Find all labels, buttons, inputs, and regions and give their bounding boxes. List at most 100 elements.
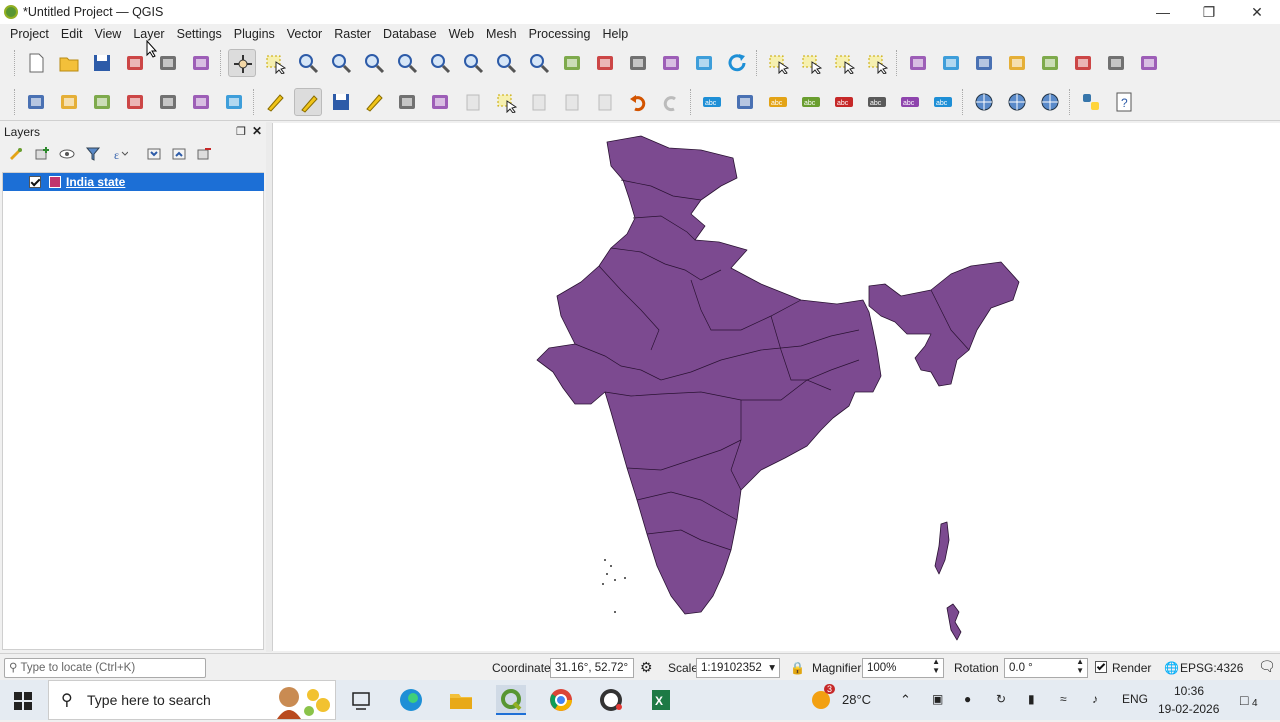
new-geopackage-button[interactable] [55, 88, 83, 116]
select-features-button[interactable] [764, 49, 792, 77]
taskbar-search[interactable]: ⚲ Type here to search [48, 680, 336, 720]
wifi-icon[interactable]: ≈ [1060, 692, 1067, 706]
clock-date[interactable]: 19-02-2026 [1158, 702, 1219, 716]
locator-input[interactable]: ⚲ Type to locate (Ctrl+K) [4, 658, 206, 678]
new-mesh-button[interactable] [187, 88, 215, 116]
save-edits-button[interactable] [327, 88, 355, 116]
measure-button[interactable] [1069, 49, 1097, 77]
restore-button[interactable]: ❐ [1186, 0, 1232, 24]
menu-mesh[interactable]: Mesh [480, 27, 523, 41]
style-manager-button[interactable] [187, 49, 215, 77]
wms-button[interactable] [1003, 88, 1031, 116]
map-tips-button[interactable] [1102, 49, 1130, 77]
zoom-native-button[interactable] [459, 49, 487, 77]
copy-button[interactable] [558, 88, 586, 116]
menu-layer[interactable]: Layer [127, 27, 170, 41]
paste-button[interactable] [591, 88, 619, 116]
identify-button[interactable] [904, 49, 932, 77]
menu-web[interactable]: Web [443, 27, 480, 41]
menu-settings[interactable]: Settings [171, 27, 228, 41]
metasearch-button[interactable] [970, 88, 998, 116]
modify-attributes-button[interactable] [459, 88, 487, 116]
toggle-extents-icon[interactable]: ⚙ [640, 659, 653, 676]
osm-button[interactable] [1036, 88, 1064, 116]
chrome-icon[interactable] [546, 685, 576, 715]
excel-icon[interactable]: X [646, 685, 676, 715]
task-view-icon[interactable] [346, 685, 376, 715]
undo-button[interactable] [624, 88, 652, 116]
file-explorer-icon[interactable] [446, 685, 476, 715]
cut-button[interactable] [525, 88, 553, 116]
windows-start-icon[interactable] [14, 692, 32, 710]
zoom-full-button[interactable] [360, 49, 388, 77]
zoom-last-button[interactable] [492, 49, 520, 77]
zoom-next-button[interactable] [525, 49, 553, 77]
select-by-location-button[interactable] [863, 49, 891, 77]
toolbar-grip[interactable] [253, 89, 256, 115]
menu-view[interactable]: View [88, 27, 127, 41]
toolbar-grip[interactable] [690, 89, 693, 115]
menu-vector[interactable]: Vector [281, 27, 328, 41]
toolbar-grip[interactable] [14, 89, 17, 115]
select-by-value-button[interactable] [797, 49, 825, 77]
layout-manager-button[interactable] [154, 49, 182, 77]
toolbar-grip[interactable] [962, 89, 965, 115]
deselect-button[interactable] [830, 49, 858, 77]
zoom-to-layer-button[interactable] [426, 49, 454, 77]
layer-item-india-state[interactable]: India state [3, 173, 264, 191]
toolbox-button[interactable] [970, 49, 998, 77]
new-3d-view-button[interactable] [591, 49, 619, 77]
new-map-view-button[interactable] [558, 49, 586, 77]
expand-all-icon[interactable] [144, 145, 164, 163]
menu-project[interactable]: Project [4, 27, 55, 41]
rotation-spinbox[interactable]: 0.0 ° ▲ ▼ [1004, 657, 1088, 678]
digitize-button[interactable] [261, 88, 289, 116]
open-project-button[interactable] [55, 49, 83, 77]
render-checkbox[interactable] [1095, 661, 1107, 673]
zoom-out-button[interactable] [327, 49, 355, 77]
save-project-button[interactable] [88, 49, 116, 77]
help-button[interactable]: ? [1110, 88, 1138, 116]
pan-button[interactable] [228, 49, 256, 77]
messages-icon[interactable]: 🗨 [1258, 658, 1276, 675]
field-calculator-button[interactable] [937, 49, 965, 77]
microphone-icon[interactable]: ● [964, 692, 971, 706]
menu-raster[interactable]: Raster [328, 27, 377, 41]
toolbar-grip[interactable] [756, 50, 759, 76]
menu-processing[interactable]: Processing [523, 27, 597, 41]
filter-legend-icon[interactable] [83, 145, 103, 163]
toolbar-grip[interactable] [220, 50, 223, 76]
crs-button[interactable]: EPSG:4326 [1180, 661, 1243, 675]
menu-database[interactable]: Database [377, 27, 443, 41]
minimize-button[interactable]: — [1140, 0, 1186, 24]
diagram-button[interactable] [731, 88, 759, 116]
close-button[interactable]: ✕ [1234, 0, 1280, 24]
vertex-tool-button[interactable] [426, 88, 454, 116]
toolbar-grip[interactable] [14, 50, 17, 76]
python-button[interactable] [1077, 88, 1105, 116]
update-icon[interactable]: ↻ [996, 692, 1006, 706]
notifications-icon[interactable]: □ [1240, 692, 1248, 708]
edge-icon[interactable] [396, 685, 426, 715]
close-panel-icon[interactable]: ✕ [252, 124, 262, 138]
meet-now-icon[interactable]: ▣ [932, 692, 943, 706]
battery-icon[interactable]: ▮ [1028, 692, 1035, 706]
menu-plugins[interactable]: Plugins [228, 27, 281, 41]
coordinate-field[interactable]: 31.16°, 52.72° [550, 658, 634, 678]
move-label-button[interactable]: abc [863, 88, 891, 116]
delete-selected-button[interactable] [492, 88, 520, 116]
scale-combo[interactable]: 1:19102352 ▾ [696, 658, 780, 678]
clock-time[interactable]: 10:36 [1174, 684, 1204, 698]
new-project-button[interactable] [22, 49, 50, 77]
magnifier-spinbox[interactable]: 100% ▲ ▼ [862, 657, 944, 678]
change-label-button[interactable]: abc [929, 88, 957, 116]
volume-icon[interactable]: ♪ [1092, 692, 1098, 706]
filter-expression-icon[interactable]: ε [110, 145, 130, 163]
pin-label-button[interactable]: abc [797, 88, 825, 116]
new-shapefile-button[interactable] [88, 88, 116, 116]
add-polygon-button[interactable] [393, 88, 421, 116]
rotate-label-button[interactable]: abc [896, 88, 924, 116]
plugin-tool-button[interactable] [1135, 49, 1163, 77]
label-button[interactable]: abc [698, 88, 726, 116]
data-source-manager-button[interactable] [22, 88, 50, 116]
